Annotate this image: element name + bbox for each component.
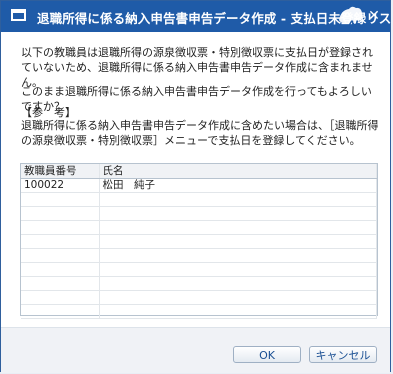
- table-row[interactable]: [21, 248, 377, 263]
- table-row[interactable]: [21, 206, 377, 221]
- unregistered-list-grid[interactable]: 教職員番号 氏名 100022 松田 純子: [20, 163, 378, 319]
- cell-staff-number: [21, 234, 100, 249]
- cell-staff-number: [21, 248, 100, 263]
- logo-text: AI: [347, 20, 359, 29]
- table-row[interactable]: [21, 290, 377, 305]
- table-row[interactable]: [21, 234, 377, 249]
- reference-text: 退職所得に係る納入申告書申告データ作成に含めたい場合は、［退職所得の源泉徴収票・…: [21, 119, 379, 147]
- cell-name: [99, 304, 377, 319]
- table-row[interactable]: 100022 松田 純子: [21, 178, 377, 193]
- cell-staff-number: [21, 220, 100, 235]
- cell-name: 松田 純子: [99, 178, 377, 193]
- table-row[interactable]: [21, 304, 377, 319]
- table-row[interactable]: [21, 220, 377, 235]
- table-row[interactable]: [21, 262, 377, 277]
- cell-name: [99, 262, 377, 277]
- column-header-staff-number[interactable]: 教職員番号: [21, 164, 100, 179]
- cell-name: [99, 276, 377, 291]
- cell-name: [99, 206, 377, 221]
- cell-name: [99, 290, 377, 305]
- close-icon[interactable]: ✕: [364, 7, 384, 25]
- cancel-button[interactable]: キャンセル: [309, 346, 377, 363]
- window-icon: [11, 9, 26, 21]
- cell-staff-number: [21, 290, 100, 305]
- dialog-window: 退職所得に係る納入申告書申告データ作成 - 支払日未登録リスト AI ✕ 以下の…: [0, 0, 393, 373]
- cell-staff-number: [21, 304, 100, 319]
- cell-staff-number: [21, 192, 100, 207]
- cell-staff-number: [21, 206, 100, 221]
- column-header-name[interactable]: 氏名: [99, 164, 377, 179]
- table-row[interactable]: [21, 276, 377, 291]
- grid-header-row: 教職員番号 氏名: [21, 164, 377, 179]
- ok-button[interactable]: OK: [233, 346, 301, 363]
- cell-staff-number: [21, 262, 100, 277]
- cell-name: [99, 220, 377, 235]
- cell-name: [99, 248, 377, 263]
- table-row[interactable]: [21, 192, 377, 207]
- app-logo-icon: AI: [339, 6, 363, 29]
- cell-name: [99, 234, 377, 249]
- title-bar[interactable]: 退職所得に係る納入申告書申告データ作成 - 支払日未登録リスト AI ✕: [1, 1, 393, 32]
- cell-staff-number: [21, 276, 100, 291]
- dialog-footer: OK キャンセル: [1, 327, 390, 373]
- cell-name: [99, 192, 377, 207]
- cell-staff-number: 100022: [21, 178, 100, 193]
